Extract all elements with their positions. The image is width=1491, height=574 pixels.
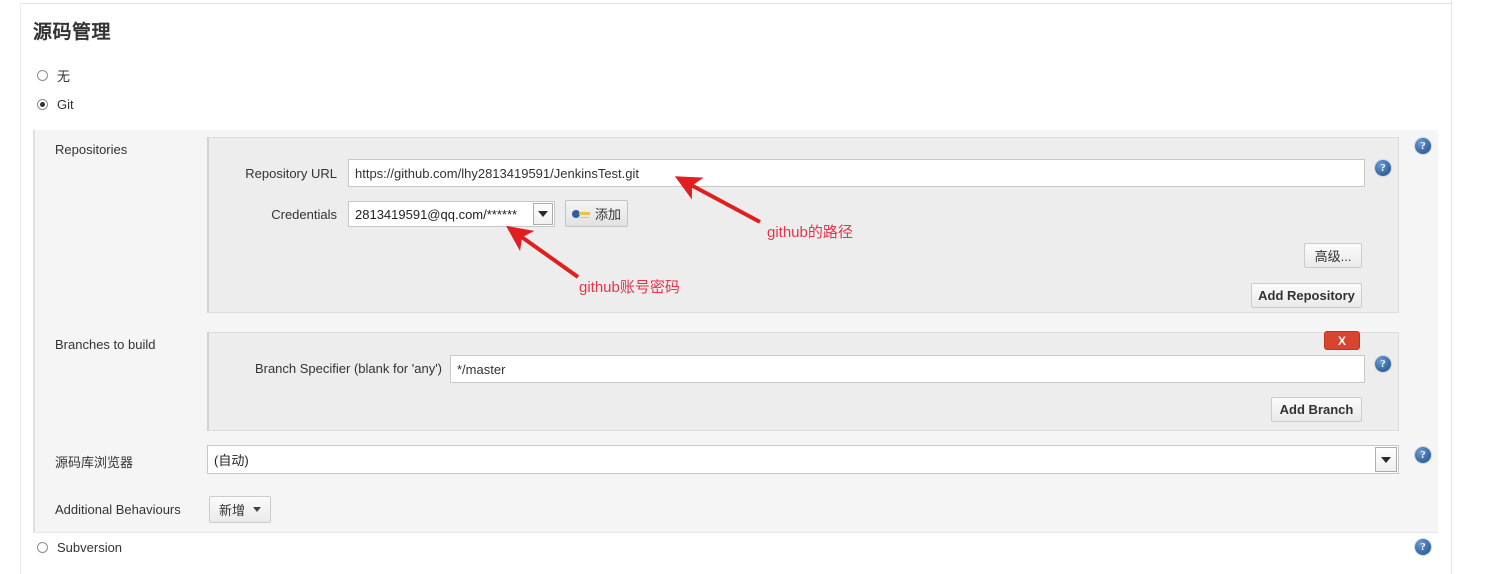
add-branch-button[interactable]: Add Branch (1271, 397, 1362, 422)
repository-url-label: Repository URL (245, 166, 337, 181)
add-credentials-button[interactable]: 添加 (565, 200, 628, 227)
page-title: 源码管理 (33, 22, 112, 43)
key-icon (572, 208, 590, 220)
credentials-label: Credentials (271, 207, 337, 222)
credentials-select-value: 2813419591@qq.com/****** (355, 206, 518, 222)
scm-config-page: 源码管理 无 Git Repositories Repository URL ?… (0, 0, 1491, 574)
advanced-button-label: 高级... (1314, 249, 1352, 264)
repositories-label: Repositories (55, 142, 128, 157)
additional-behaviours-label: Additional Behaviours (55, 502, 181, 517)
delete-branch-label: X (1337, 333, 1346, 348)
radio-git-label: Git (57, 97, 74, 112)
add-behaviour-label: 新增 (219, 503, 246, 518)
radio-option-none[interactable]: 无 (37, 66, 70, 85)
radio-none-indicator[interactable] (37, 70, 48, 81)
branches-to-build-label: Branches to build (55, 337, 156, 352)
branch-specifier-input[interactable] (450, 355, 1365, 383)
credentials-select[interactable]: 2813419591@qq.com/****** (348, 201, 555, 227)
annotation-credentials: github账号密码 (579, 279, 680, 296)
page-top-divider (20, 3, 1452, 4)
delete-branch-button[interactable]: X (1324, 331, 1360, 350)
repository-url-input[interactable] (348, 159, 1365, 187)
add-behaviour-button[interactable]: 新增 (209, 496, 271, 523)
annotation-repository-url: github的路径 (767, 224, 853, 241)
repository-browser-value: (自动) (214, 453, 249, 468)
advanced-button[interactable]: 高级... (1304, 243, 1362, 268)
radio-subversion-indicator[interactable] (37, 542, 48, 553)
branch-specifier-label: Branch Specifier (blank for 'any') (254, 361, 442, 376)
repositories-help-icon[interactable]: ? (1415, 138, 1431, 154)
page-right-divider (1451, 0, 1452, 574)
config-block-bottom-divider (33, 532, 1438, 533)
repository-browser-label: 源码库浏览器 (55, 455, 134, 470)
chevron-down-icon[interactable] (533, 203, 553, 225)
chevron-down-icon[interactable] (1375, 447, 1397, 472)
add-credentials-label: 添加 (595, 207, 622, 222)
radio-option-subversion[interactable]: Subversion (37, 540, 122, 555)
subversion-help-icon[interactable]: ? (1415, 539, 1431, 555)
branch-specifier-help-icon[interactable]: ? (1375, 356, 1391, 372)
repository-browser-select[interactable]: (自动) (207, 445, 1399, 474)
radio-none-label: 无 (57, 69, 71, 84)
radio-git-indicator[interactable] (37, 99, 48, 110)
caret-down-icon (253, 507, 262, 512)
repository-browser-help-icon[interactable]: ? (1415, 447, 1431, 463)
radio-subversion-label: Subversion (57, 540, 123, 555)
add-branch-button-label: Add Branch (1279, 402, 1354, 417)
add-repository-button-label: Add Repository (1258, 288, 1355, 303)
add-repository-button[interactable]: Add Repository (1251, 283, 1362, 308)
page-left-divider (20, 3, 21, 574)
repository-url-help-icon[interactable]: ? (1375, 160, 1391, 176)
radio-option-git[interactable]: Git (37, 97, 74, 112)
